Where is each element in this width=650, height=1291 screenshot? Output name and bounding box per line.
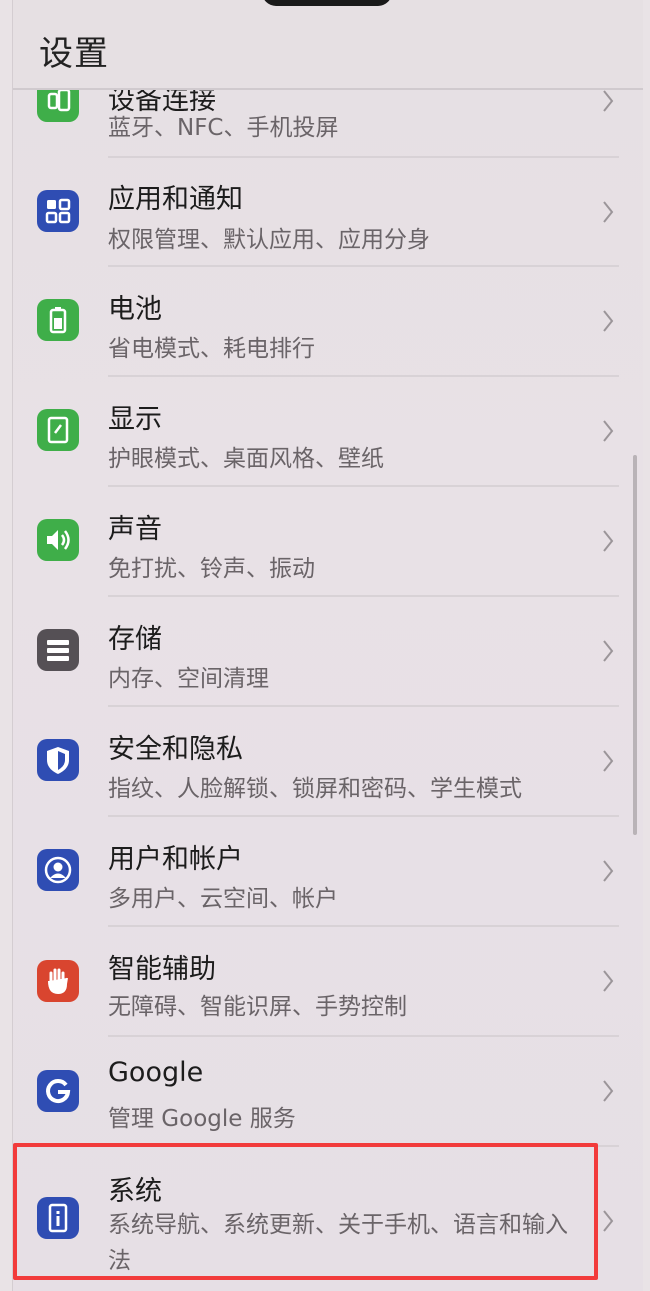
- settings-item-label: 显示: [108, 404, 162, 435]
- settings-item-subtitle: 蓝牙、NFC、手机投屏: [108, 115, 339, 141]
- chevron-right-icon: [601, 199, 615, 225]
- settings-item-subtitle: 护眼模式、桌面风格、壁纸: [108, 446, 384, 472]
- camera-notch: [262, 0, 392, 6]
- settings-item-label: 用户和帐户: [108, 844, 243, 875]
- divider: [108, 375, 619, 377]
- divider: [108, 815, 619, 817]
- battery-icon: [37, 299, 79, 341]
- app-header: 设置: [13, 0, 643, 88]
- divider: [108, 925, 619, 927]
- chevron-right-icon: [601, 968, 615, 994]
- settings-item-subtitle: 省电模式、耗电排行: [108, 336, 315, 362]
- chevron-right-icon: [601, 638, 615, 664]
- storage-icon: [37, 629, 79, 671]
- hand-icon: [37, 960, 79, 1002]
- settings-item-label: 声音: [108, 514, 162, 545]
- scrollbar[interactable]: [633, 455, 637, 835]
- chevron-right-icon: [601, 88, 615, 114]
- divider: [108, 156, 619, 158]
- settings-item-label: 安全和隐私: [108, 734, 243, 765]
- shield-icon: [37, 739, 79, 781]
- display-icon: [37, 409, 79, 451]
- chevron-right-icon: [601, 748, 615, 774]
- divider: [108, 595, 619, 597]
- settings-item-label: 智能辅助: [108, 954, 216, 985]
- chevron-right-icon: [601, 528, 615, 554]
- settings-item-subtitle: 指纹、人脸解锁、锁屏和密码、学生模式: [108, 776, 522, 802]
- settings-item-label: Google: [108, 1057, 204, 1088]
- settings-item-subtitle: 多用户、云空间、帐户: [108, 886, 338, 912]
- divider: [108, 485, 619, 487]
- settings-item-label: 电池: [108, 294, 162, 325]
- chevron-right-icon: [601, 308, 615, 334]
- divider: [108, 705, 619, 707]
- divider: [108, 1035, 619, 1037]
- divider: [108, 265, 619, 267]
- settings-item-label: 存储: [108, 624, 162, 655]
- chevron-right-icon: [601, 418, 615, 444]
- settings-item-subtitle: 权限管理、默认应用、应用分身: [108, 227, 430, 253]
- settings-screen: 设备连接 蓝牙、NFC、手机投屏 应用和通知 权限管理、默认应用、应用分身 电池…: [12, 0, 643, 1291]
- page-title: 设置: [39, 34, 109, 74]
- chevron-right-icon: [601, 858, 615, 884]
- chevron-right-icon: [601, 1078, 615, 1104]
- highlight-box: [13, 1143, 598, 1280]
- header-divider: [13, 88, 643, 90]
- chevron-right-icon: [601, 1208, 615, 1234]
- settings-item-label: 应用和通知: [108, 184, 243, 215]
- speaker-icon: [37, 519, 79, 561]
- apps-grid-icon: [37, 190, 79, 232]
- settings-item-subtitle: 内存、空间清理: [108, 666, 269, 692]
- user-icon: [37, 849, 79, 891]
- settings-item-subtitle: 管理 Google 服务: [108, 1106, 296, 1132]
- settings-item-subtitle: 免打扰、铃声、振动: [108, 556, 315, 582]
- google-icon: [37, 1070, 79, 1112]
- settings-item-subtitle: 无障碍、智能识屏、手势控制: [108, 994, 407, 1020]
